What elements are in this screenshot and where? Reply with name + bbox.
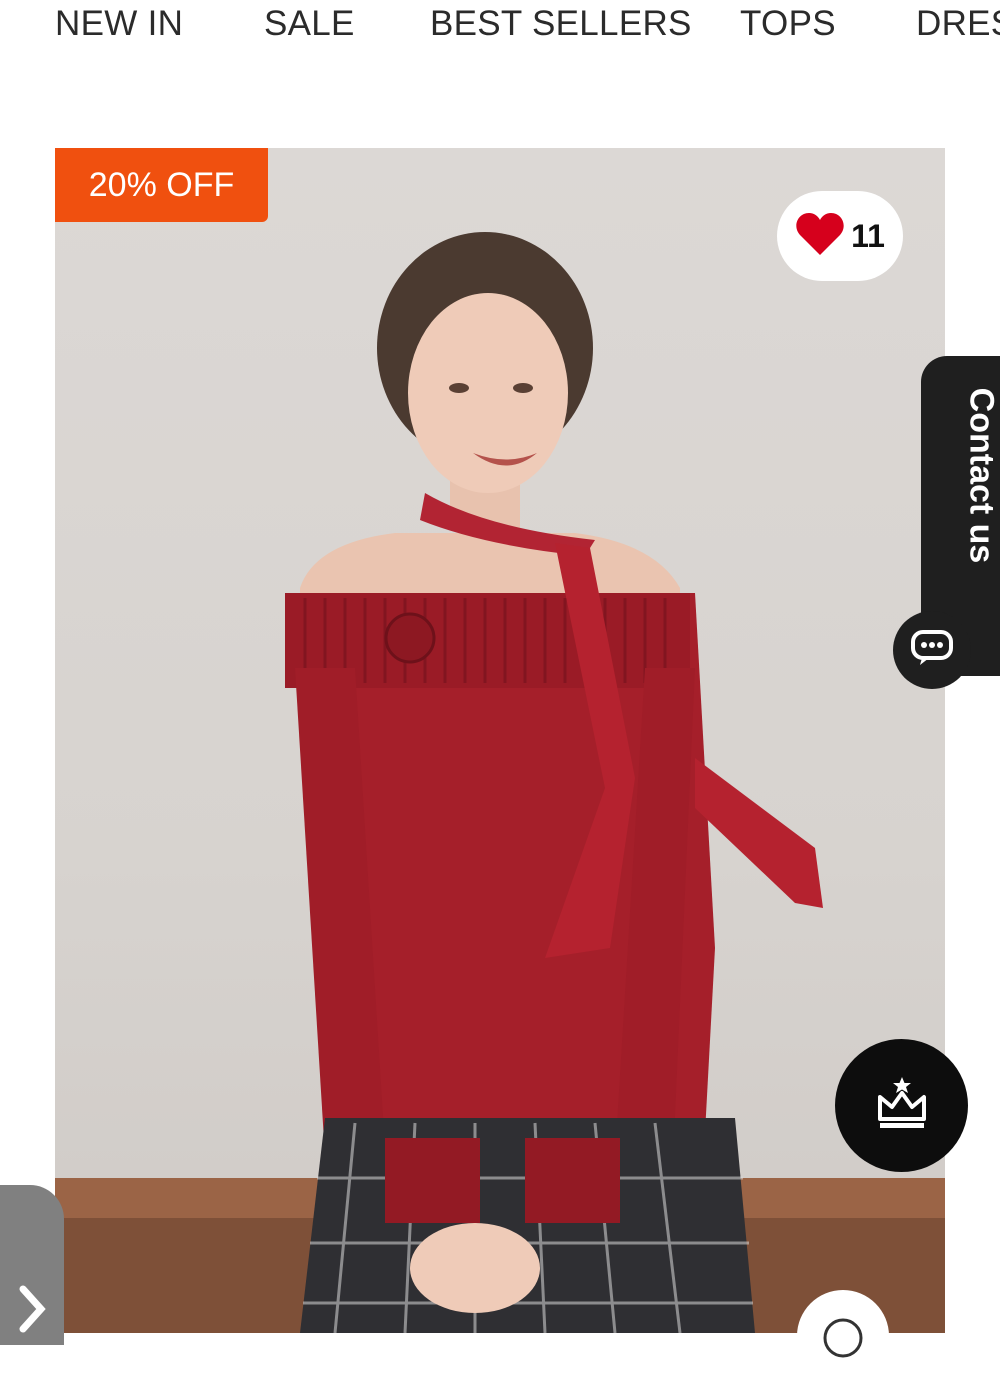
scarf-flap [695,758,823,908]
zoom-icon [821,1316,865,1365]
chevron-right-icon [17,1284,47,1339]
nav-item-sale[interactable]: SALE [264,4,355,44]
product-card[interactable]: 20% OFF 11 [55,148,945,1333]
chat-button[interactable] [893,611,971,689]
cuff-left [385,1138,480,1223]
hands [410,1223,540,1313]
crown-icon [874,1075,930,1136]
rose-brooch [386,614,434,662]
nav-item-tops[interactable]: TOPS [740,4,836,44]
cuff-right [525,1138,620,1223]
rewards-button[interactable] [835,1039,968,1172]
contact-us-label: Contact us [962,366,1000,586]
discount-badge: 20% OFF [55,148,268,222]
wishlist-button[interactable]: 11 [777,191,903,281]
nav-item-dresses[interactable]: DRESSES [916,4,1000,44]
face [408,293,568,493]
category-nav: NEW IN SALE BEST SELLERS TOPS DRESSES [0,0,1000,48]
eye-left [449,383,469,393]
heart-icon [795,212,845,261]
product-photo-illustration [55,148,945,1333]
chat-icon [910,629,954,672]
product-image[interactable] [55,148,945,1333]
gallery-next-button[interactable] [0,1185,64,1345]
eye-right [513,383,533,393]
wishlist-count: 11 [851,218,885,255]
nav-item-new-in[interactable]: NEW IN [55,4,183,44]
zoom-button[interactable] [797,1290,889,1382]
nav-item-best-sellers[interactable]: BEST SELLERS [430,4,692,44]
